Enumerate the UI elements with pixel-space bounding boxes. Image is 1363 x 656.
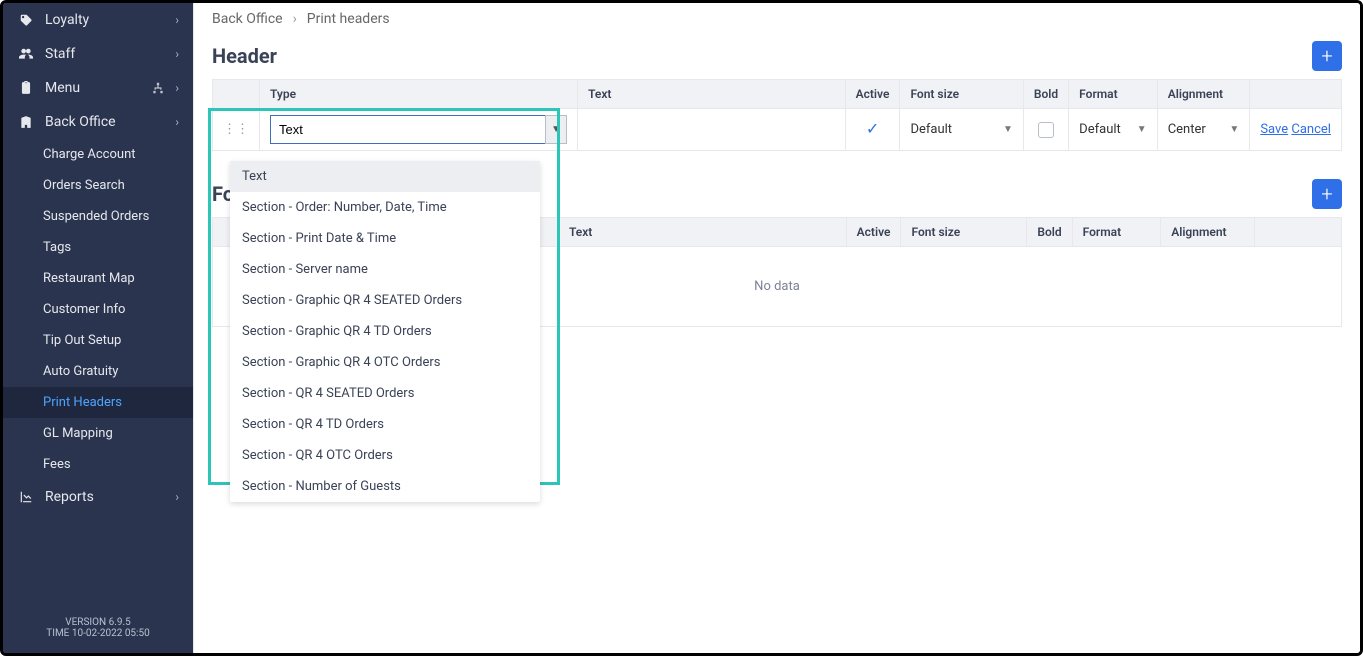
col-text[interactable]: Text <box>578 80 846 109</box>
add-header-button[interactable]: + <box>1312 41 1342 71</box>
add-footer-button[interactable]: + <box>1312 179 1342 209</box>
dropdown-option[interactable]: Section - QR 4 SEATED Orders <box>230 378 540 409</box>
col-format[interactable]: Format <box>1069 80 1158 109</box>
drag-handle-icon[interactable]: ⋮⋮ <box>223 122 249 137</box>
header-section-title: Header <box>212 44 277 68</box>
chevron-down-icon: ▼ <box>1229 124 1239 135</box>
sidebar-item-reports[interactable]: Reports› <box>3 480 193 514</box>
dropdown-option[interactable]: Section - QR 4 TD Orders <box>230 409 540 440</box>
dropdown-option[interactable]: Section - Print Date & Time <box>230 223 540 254</box>
dropdown-option[interactable]: Section - Graphic QR 4 OTC Orders <box>230 347 540 378</box>
sidebar-item-fees[interactable]: Fees <box>3 449 193 480</box>
chevron-down-icon: ▼ <box>1137 124 1147 135</box>
sidebar-item-charge-account[interactable]: Charge Account <box>3 139 193 170</box>
col-type[interactable]: Type <box>260 80 578 109</box>
sidebar-item-label: Back Office <box>45 114 175 130</box>
chevron-right-icon: › <box>175 81 179 95</box>
sidebar-item-loyalty[interactable]: Loyalty› <box>3 3 193 37</box>
chevron-right-icon: › <box>175 47 179 61</box>
dropdown-option[interactable]: Section - Graphic QR 4 SEATED Orders <box>230 285 540 316</box>
sidebar-item-staff[interactable]: Staff› <box>3 37 193 71</box>
col-alignment[interactable]: Alignment <box>1157 80 1250 109</box>
breadcrumb-current: Print headers <box>307 11 390 27</box>
sidebar-item-menu[interactable]: Menu › <box>3 71 193 105</box>
clipboard-icon <box>17 81 35 95</box>
breadcrumb: Back Office › Print headers <box>194 3 1360 31</box>
chevron-down-icon: ▼ <box>1003 124 1013 135</box>
breadcrumb-root[interactable]: Back Office <box>212 11 283 27</box>
col-active[interactable]: Active <box>845 80 900 109</box>
sidebar-item-suspended-orders[interactable]: Suspended Orders <box>3 201 193 232</box>
version-label: VERSION 6.9.5 <box>3 617 193 628</box>
sidebar-item-tags[interactable]: Tags <box>3 232 193 263</box>
sidebar-item-back-office[interactable]: Back Office› <box>3 105 193 139</box>
col-font-size[interactable]: Font size <box>900 80 1023 109</box>
type-dropdown[interactable]: TextSection - Order: Number, Date, TimeS… <box>230 161 540 502</box>
sidebar-item-label: Reports <box>45 489 175 505</box>
dropdown-option[interactable]: Section - Graphic QR 4 TD Orders <box>230 316 540 347</box>
dropdown-option[interactable]: Section - Number of Guests <box>230 471 540 502</box>
chevron-right-icon: › <box>175 13 179 27</box>
tag-icon <box>17 13 35 27</box>
header-row: ⋮⋮ ▼ ✓ Default ▼ <box>213 109 1342 151</box>
chevron-right-icon: › <box>293 11 297 27</box>
sidebar-item-print-headers[interactable]: Print Headers <box>3 387 193 418</box>
save-link[interactable]: Save <box>1260 122 1288 137</box>
sidebar-item-restaurant-map[interactable]: Restaurant Map <box>3 263 193 294</box>
sidebar-item-label: Menu <box>45 80 151 96</box>
header-table: Type Text Active Font size Bold Format A… <box>212 79 1342 151</box>
sidebar-footer: VERSION 6.9.5 TIME 10-02-2022 05:50 <box>3 611 193 653</box>
sitemap-icon[interactable] <box>151 81 165 95</box>
chevron-right-icon: › <box>175 115 179 129</box>
building-icon <box>17 115 35 129</box>
plus-icon: + <box>1321 44 1332 68</box>
dropdown-option[interactable]: Section - QR 4 OTC Orders <box>230 440 540 471</box>
users-icon <box>17 47 35 61</box>
bold-checkbox[interactable] <box>1038 122 1054 138</box>
sidebar-item-auto-gratuity[interactable]: Auto Gratuity <box>3 356 193 387</box>
sidebar-item-tip-out-setup[interactable]: Tip Out Setup <box>3 325 193 356</box>
sidebar-item-label: Staff <box>45 46 175 62</box>
sidebar-item-gl-mapping[interactable]: GL Mapping <box>3 418 193 449</box>
type-input[interactable] <box>270 115 545 144</box>
chevron-down-icon[interactable]: ▼ <box>545 115 567 144</box>
chevron-right-icon: › <box>175 490 179 504</box>
type-combobox[interactable]: ▼ <box>270 115 567 144</box>
font-size-select[interactable]: Default ▼ <box>910 118 1012 141</box>
sidebar-item-label: Loyalty <box>45 12 175 28</box>
cancel-link[interactable]: Cancel <box>1291 122 1331 137</box>
format-select[interactable]: Default ▼ <box>1079 118 1147 141</box>
dropdown-option[interactable]: Section - Server name <box>230 254 540 285</box>
active-checkbox[interactable]: ✓ <box>866 119 879 138</box>
dropdown-option[interactable]: Section - Order: Number, Date, Time <box>230 192 540 223</box>
dropdown-option[interactable]: Text <box>230 161 540 192</box>
col-bold[interactable]: Bold <box>1023 80 1068 109</box>
chart-icon <box>17 490 35 504</box>
sidebar-item-orders-search[interactable]: Orders Search <box>3 170 193 201</box>
sidebar-item-customer-info[interactable]: Customer Info <box>3 294 193 325</box>
alignment-select[interactable]: Center ▼ <box>1168 118 1240 141</box>
plus-icon: + <box>1321 182 1332 206</box>
time-label: TIME 10-02-2022 05:50 <box>3 628 193 639</box>
sidebar: Loyalty›Staff›Menu›Back Office› Charge A… <box>3 3 193 653</box>
